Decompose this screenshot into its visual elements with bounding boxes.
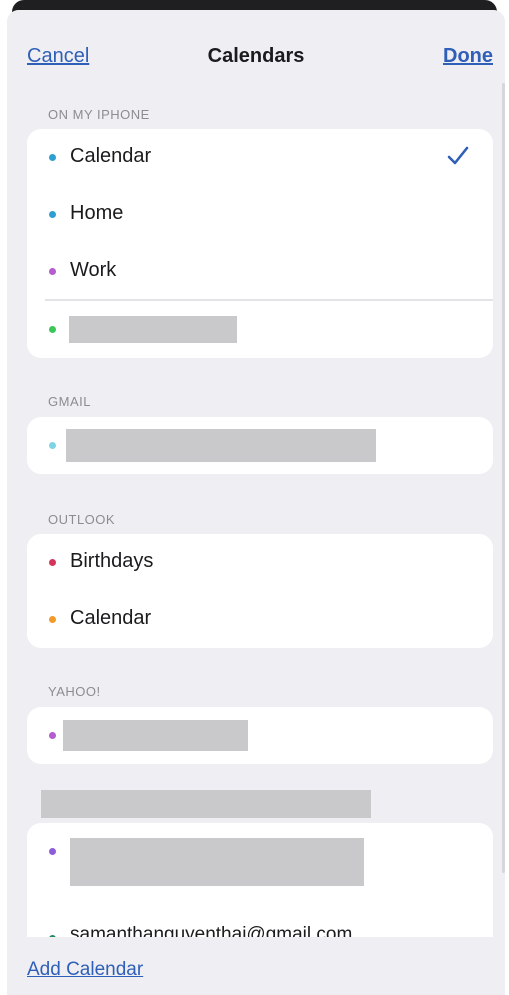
- redacted-calendar-name: [69, 316, 237, 343]
- calendar-row-redacted[interactable]: [27, 707, 493, 764]
- calendar-row-birthdays[interactable]: Birthdays: [27, 534, 493, 591]
- section-header-yahoo: YAHOO!: [48, 684, 101, 699]
- section-header-outlook: OUTLOOK: [48, 512, 116, 527]
- page-title: Calendars: [207, 45, 305, 67]
- calendar-color-dot: [49, 154, 56, 161]
- bottom-toolbar: Add Calendar: [7, 937, 505, 995]
- calendar-name: Birthdays: [70, 550, 154, 572]
- yahoo-group: [27, 707, 493, 764]
- calendar-color-dot: [49, 732, 56, 739]
- navigation-bar: Cancel Calendars Done: [7, 10, 505, 88]
- calendar-color-dot: [49, 848, 56, 855]
- outlook-group: Birthdays Calendar: [27, 534, 493, 648]
- screen: Cancel Calendars Done ON MY IPHONE Calen…: [0, 0, 509, 995]
- calendar-color-dot: [49, 442, 56, 449]
- calendar-row-redacted[interactable]: [27, 417, 493, 474]
- section-header-on-my-iphone: ON MY IPHONE: [48, 107, 150, 122]
- calendar-row-calendar[interactable]: Calendar: [27, 129, 493, 186]
- redacted-calendar-name: [70, 838, 364, 886]
- calendar-color-dot: [49, 211, 56, 218]
- calendar-name: Calendar: [70, 607, 152, 629]
- calendar-row-redacted[interactable]: [27, 301, 493, 358]
- calendar-row-home[interactable]: Home: [27, 186, 493, 243]
- calendar-color-dot: [49, 326, 56, 333]
- calendar-color-dot: [49, 559, 56, 566]
- calendar-name: Home: [70, 202, 124, 224]
- on-my-iphone-group: Calendar Home Work: [27, 129, 493, 358]
- calendar-color-dot: [49, 616, 56, 623]
- calendar-row-work[interactable]: Work: [27, 243, 493, 300]
- checkmark-icon: [447, 146, 469, 165]
- done-button[interactable]: Done: [443, 45, 493, 68]
- calendar-row-redacted[interactable]: [27, 823, 493, 898]
- calendar-row-outlook-calendar[interactable]: Calendar: [27, 591, 493, 648]
- scrollbar[interactable]: [502, 83, 505, 873]
- calendar-name: Calendar: [70, 145, 152, 167]
- redacted-section-header: [41, 790, 371, 818]
- calendar-name: Work: [70, 259, 117, 281]
- gmail-group: [27, 417, 493, 474]
- add-calendar-button[interactable]: Add Calendar: [27, 959, 143, 981]
- calendar-color-dot: [49, 268, 56, 275]
- calendars-sheet: Cancel Calendars Done ON MY IPHONE Calen…: [7, 10, 505, 995]
- redacted-calendar-name: [63, 720, 248, 751]
- section-header-gmail: GMAIL: [48, 394, 91, 409]
- redacted-calendar-name: [66, 429, 376, 462]
